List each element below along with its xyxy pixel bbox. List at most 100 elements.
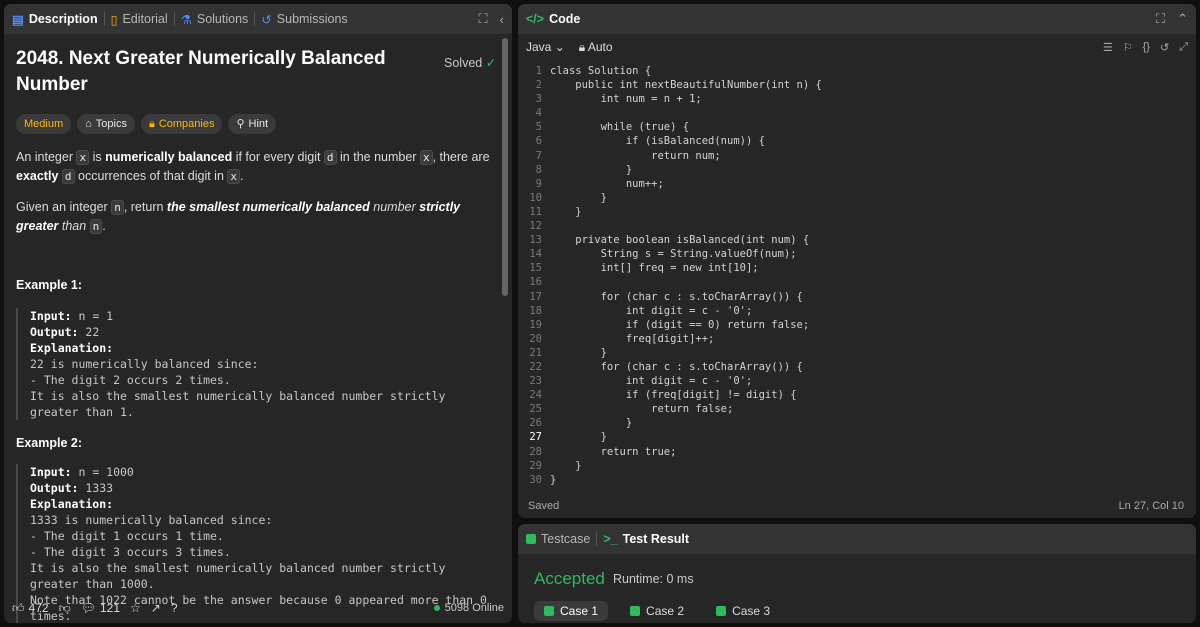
task-paragraph: Given an integer n, return the smallest …	[16, 200, 461, 234]
code-line[interactable]: 21 }	[518, 346, 1196, 360]
code-line[interactable]: 7 return num;	[518, 149, 1196, 163]
notes-icon[interactable]: ☰	[1103, 41, 1113, 54]
code-line[interactable]: 22 for (char c : s.toCharArray()) {	[518, 360, 1196, 374]
code-text: int num = n + 1;	[550, 93, 702, 106]
line-number: 30	[529, 473, 542, 486]
code-text: if (isBalanced(num)) {	[550, 135, 765, 148]
maximize-icon[interactable]: ⛶	[1156, 11, 1165, 27]
case-tabs: Case 1 Case 2 Case 3	[534, 601, 780, 621]
bookmark-icon[interactable]: ⚐	[1123, 41, 1133, 54]
case-1-tab[interactable]: Case 1	[534, 601, 609, 621]
line-number: 21	[529, 346, 542, 359]
code-line[interactable]: 16	[518, 275, 1196, 289]
collapse-icon[interactable]: ‹	[500, 12, 504, 27]
code-line[interactable]: 24 if (freq[digit] != digit) {	[518, 388, 1196, 402]
comments-button[interactable]: 💬︎ 121	[81, 601, 120, 615]
line-number: 27	[529, 431, 542, 444]
code-line[interactable]: 30}	[518, 473, 1196, 487]
auto-mode[interactable]: 🔒︎ Auto	[579, 40, 613, 55]
code-line[interactable]: 5 while (true) {	[518, 120, 1196, 134]
code-line[interactable]: 29 }	[518, 459, 1196, 473]
code-line[interactable]: 15 int[] freq = new int[10];	[518, 261, 1196, 275]
case-2-tab[interactable]: Case 2	[620, 601, 694, 621]
tab-testcase[interactable]: Testcase	[526, 532, 590, 546]
description-paragraph: An integer x is numerically balanced if …	[16, 150, 490, 184]
braces-icon[interactable]: {}	[1143, 41, 1150, 54]
terminal-icon: >_	[603, 532, 618, 546]
lightbulb-icon: ⚲	[236, 118, 245, 130]
code-line[interactable]: 8 }	[518, 163, 1196, 177]
line-number: 12	[529, 220, 542, 233]
code-line[interactable]: 28 return true;	[518, 445, 1196, 459]
tab-test-result[interactable]: >_ Test Result	[603, 532, 689, 546]
line-number: 11	[529, 205, 542, 218]
code-line[interactable]: 4	[518, 106, 1196, 120]
code-editor[interactable]: 1 class Solution {2 public int nextBeauti…	[518, 64, 1196, 494]
difficulty-chip: Medium	[16, 114, 72, 134]
code-line[interactable]: 25 return false;	[518, 402, 1196, 416]
description-footer: 👍︎ 472 👎︎ 💬︎ 121 ☆ ↗ ? 5098 Online	[4, 593, 512, 623]
book-icon: ▯	[110, 12, 118, 27]
code-line[interactable]: 27 }	[518, 430, 1196, 444]
check-icon	[630, 606, 641, 616]
thumbs-up-icon: 👍︎	[12, 600, 25, 615]
share-button[interactable]: ↗	[151, 601, 161, 615]
code-text: if (digit == 0) return false;	[550, 318, 810, 331]
code-line[interactable]: 14 String s = String.valueOf(num);	[518, 247, 1196, 261]
tab-code[interactable]: </> Code	[526, 12, 580, 26]
chip-label: Topics	[95, 118, 127, 130]
code-line[interactable]: 10 }	[518, 191, 1196, 205]
line-number: 10	[529, 191, 542, 204]
line-number: 18	[529, 304, 542, 317]
line-number: 22	[529, 360, 542, 373]
expand-icon[interactable]: ⤢	[1179, 41, 1188, 54]
code-line[interactable]: 20 freq[digit]++;	[518, 332, 1196, 346]
reset-icon[interactable]: ↺	[1160, 41, 1169, 54]
help-button[interactable]: ?	[171, 601, 178, 615]
dislike-button[interactable]: 👎︎	[59, 601, 71, 616]
code-line[interactable]: 13 private boolean isBalanced(int num) {	[518, 233, 1196, 247]
code-line[interactable]: 23 int digit = c - '0';	[518, 374, 1196, 388]
problem-title[interactable]: 2048. Next Greater Numerically Balanced …	[16, 46, 396, 98]
code-text: int digit = c - '0';	[550, 304, 753, 317]
maximize-icon[interactable]: ⛶	[479, 11, 488, 27]
code-line[interactable]: 26 }	[518, 416, 1196, 430]
code-text: }	[550, 346, 607, 359]
code-line[interactable]: 1 class Solution {	[518, 64, 1196, 78]
line-number: 15	[529, 262, 542, 275]
code-line[interactable]: 11 }	[518, 205, 1196, 219]
code-line[interactable]: 17 for (char c : s.toCharArray()) {	[518, 290, 1196, 304]
companies-chip[interactable]: 🔒︎ Companies	[140, 114, 223, 134]
online-count: 5098 Online	[433, 602, 504, 614]
code-line[interactable]: 3 int num = n + 1;	[518, 92, 1196, 106]
history-icon: ↺	[261, 12, 272, 27]
tab-description[interactable]: ▤ Description	[12, 12, 98, 27]
case-3-tab[interactable]: Case 3	[706, 601, 780, 621]
like-button[interactable]: 👍︎ 472	[12, 601, 49, 616]
code-text: return num;	[550, 149, 721, 162]
code-line[interactable]: 19 if (digit == 0) return false;	[518, 318, 1196, 332]
result-tabbar: Testcase >_ Test Result	[518, 524, 1196, 554]
line-number: 26	[529, 417, 542, 430]
code-text: int[] freq = new int[10];	[550, 262, 759, 275]
code-line[interactable]: 12	[518, 219, 1196, 233]
line-number: 2	[535, 79, 542, 92]
topics-chip[interactable]: ⌂ Topics	[77, 114, 135, 134]
code-text: public int nextBeautifulNumber(int n) {	[550, 79, 822, 92]
code-text: }	[550, 191, 607, 204]
code-line[interactable]: 2 public int nextBeautifulNumber(int n) …	[518, 78, 1196, 92]
tab-editorial[interactable]: ▯ Editorial	[111, 12, 168, 27]
save-status: Saved	[528, 500, 560, 512]
tab-solutions[interactable]: ⚗ Solutions	[181, 12, 249, 27]
code-line[interactable]: 9 num++;	[518, 177, 1196, 191]
scrollbar[interactable]	[502, 38, 508, 296]
language-select[interactable]: Java ⌄	[526, 40, 565, 54]
tab-submissions[interactable]: ↺ Submissions	[261, 12, 347, 27]
code-line[interactable]: 18 int digit = c - '0';	[518, 304, 1196, 318]
line-number: 5	[535, 121, 542, 134]
hint-chip[interactable]: ⚲ Hint	[228, 114, 277, 134]
code-line[interactable]: 6 if (isBalanced(num)) {	[518, 134, 1196, 148]
favorite-button[interactable]: ☆	[130, 601, 141, 615]
chevron-up-icon[interactable]: ⌃	[1177, 11, 1188, 27]
code-icon: </>	[526, 12, 545, 26]
